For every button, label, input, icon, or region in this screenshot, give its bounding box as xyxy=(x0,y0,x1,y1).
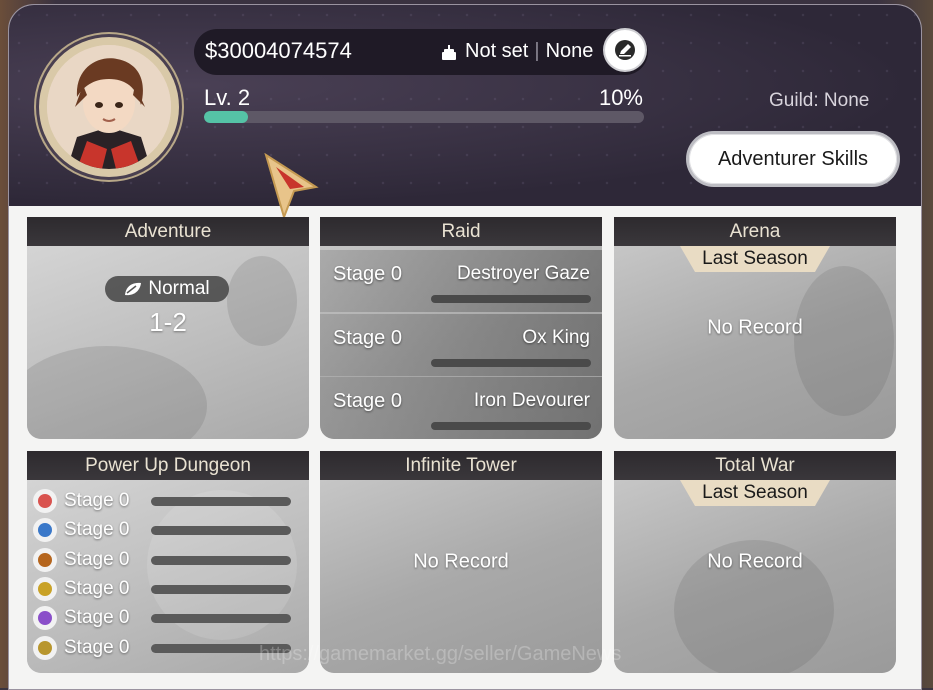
total-war-background xyxy=(614,480,896,673)
dungeon-stage: Stage 0 xyxy=(64,636,130,658)
raid-title: Raid xyxy=(320,217,602,246)
adventure-background xyxy=(27,246,309,439)
birthday-extra: None xyxy=(545,40,594,62)
gold-element-icon xyxy=(33,635,57,660)
dungeon-progress-bar xyxy=(151,526,291,536)
xp-progress-fill xyxy=(204,111,248,123)
total-war-card[interactable]: Total War Last Season No Record xyxy=(614,451,896,673)
dungeon-progress-bar xyxy=(151,584,291,594)
dungeon-row[interactable]: Stage 0 xyxy=(33,605,303,631)
raid-row[interactable]: Stage 0 Destroyer Gaze xyxy=(320,250,602,312)
total-war-status: No Record xyxy=(707,550,803,573)
dungeon-stage: Stage 0 xyxy=(64,607,130,629)
water-element-icon xyxy=(33,518,57,543)
fire-element-icon xyxy=(33,489,57,513)
birthday-separator: | xyxy=(534,40,540,62)
profile-header: $30004074574 Not set | None Lv. 2 10% Gu… xyxy=(9,5,921,221)
total-war-title: Total War xyxy=(614,451,896,480)
dungeon-stage: Stage 0 xyxy=(64,577,130,599)
power-up-dungeon-card[interactable]: Power Up Dungeon Stage 0 Stage 0 Stage 0 St… xyxy=(27,451,309,673)
arena-title: Arena xyxy=(614,217,896,246)
adventure-card[interactable]: Adventure Normal 1-2 xyxy=(27,217,309,439)
raid-progress-bar xyxy=(431,422,591,430)
arena-background xyxy=(614,246,896,439)
dark-element-icon xyxy=(33,606,57,631)
arena-card[interactable]: Arena Last Season No Record xyxy=(614,217,896,439)
xp-percent: 10% xyxy=(598,85,643,110)
raid-progress-bar xyxy=(431,295,591,303)
pencil-icon xyxy=(615,40,635,60)
profile-panel: $30004074574 Not set | None Lv. 2 10% Gu… xyxy=(8,4,922,690)
infinite-tower-title: Infinite Tower xyxy=(320,451,602,480)
dungeon-progress-bar xyxy=(151,497,291,506)
raid-stage: Stage 0 xyxy=(333,390,402,412)
raid-boss-name: Iron Devourer xyxy=(473,390,590,411)
level-label: Lv. 2 xyxy=(204,85,251,110)
raid-row[interactable]: Stage 0 Iron Devourer xyxy=(320,377,602,439)
guild-label: Guild: None xyxy=(769,90,870,111)
raid-boss-name: Ox King xyxy=(522,327,590,348)
dungeon-row[interactable]: Stage 0 xyxy=(33,488,303,514)
raid-stage: Stage 0 xyxy=(333,327,402,349)
raid-stage: Stage 0 xyxy=(333,263,402,285)
dungeon-row[interactable]: Stage 0 xyxy=(33,517,303,543)
light-element-icon xyxy=(33,576,57,601)
adventure-stage: 1-2 xyxy=(149,307,187,337)
last-season-badge: Last Season xyxy=(680,246,830,272)
dungeon-row[interactable]: Stage 0 xyxy=(33,576,303,602)
money-value: $30004074574 xyxy=(205,38,352,63)
dungeon-stage: Stage 0 xyxy=(64,519,130,541)
difficulty-label: Normal xyxy=(148,278,210,299)
dungeon-progress-bar xyxy=(151,555,291,565)
cake-icon xyxy=(442,44,456,60)
raid-card[interactable]: Raid Stage 0 Destroyer Gaze Stage 0 Ox K… xyxy=(320,217,602,439)
earth-element-icon xyxy=(33,547,57,572)
character-portrait-icon xyxy=(47,45,171,169)
raid-row[interactable]: Stage 0 Ox King xyxy=(320,314,602,376)
birthday-info: Not set | None xyxy=(439,40,593,63)
adventure-title: Adventure xyxy=(27,217,309,246)
avatar[interactable] xyxy=(47,45,171,169)
infinite-tower-card[interactable]: Infinite Tower No Record xyxy=(320,451,602,673)
last-season-badge: Last Season xyxy=(680,480,830,506)
raid-progress-bar xyxy=(431,359,591,367)
dungeon-progress-bar xyxy=(151,614,291,624)
infinite-tower-status: No Record xyxy=(413,550,509,573)
dungeon-stage: Stage 0 xyxy=(64,490,130,511)
arena-status: No Record xyxy=(707,316,803,339)
difficulty-badge: Normal xyxy=(105,276,229,302)
power-up-dungeon-title: Power Up Dungeon xyxy=(27,451,309,480)
dungeon-row[interactable]: Stage 0 xyxy=(33,547,303,573)
edit-profile-button[interactable] xyxy=(605,30,645,70)
cursor-icon xyxy=(264,153,319,221)
xp-progress-bar xyxy=(204,111,644,123)
dungeon-stage: Stage 0 xyxy=(64,548,130,570)
adventurer-skills-button[interactable]: Adventurer Skills xyxy=(689,134,897,184)
leaf-icon xyxy=(125,282,142,296)
watermark-text: https://gamemarket.gg/seller/GameNews xyxy=(259,643,622,665)
birthday-value: Not set xyxy=(465,40,529,62)
raid-boss-name: Destroyer Gaze xyxy=(456,263,590,284)
